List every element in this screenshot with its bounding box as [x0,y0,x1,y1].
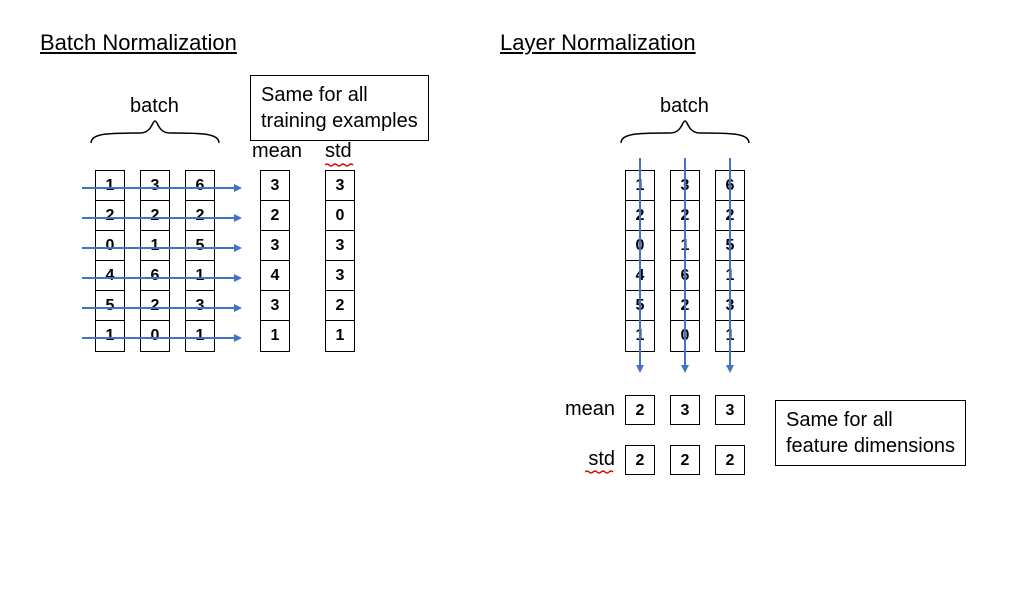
cell: 2 [326,291,354,321]
bn-arrow-row-1 [82,214,242,215]
ln-batch-label: batch [660,95,709,118]
bn-brace-icon [90,120,220,144]
bn-batch-col-0: 1 2 0 4 5 1 [95,170,125,352]
cell: 3 [261,231,289,261]
title-batch-norm: Batch Normalization [40,30,237,56]
cell: 2 [261,201,289,231]
bn-std-label: std [325,140,352,163]
cell: 2 [626,446,654,476]
cell: 4 [261,261,289,291]
cell: 3 [261,171,289,201]
cell: 1 [326,321,354,351]
ln-arrow-col-1 [681,158,682,373]
ln-arrow-col-0 [636,158,637,373]
ln-std-label: std [555,448,615,471]
bn-std-col: 3 0 3 3 2 1 [325,170,355,352]
ln-brace-icon [620,120,750,144]
bn-arrow-row-0 [82,184,242,185]
cell: 3 [326,231,354,261]
cell: 3 [326,261,354,291]
bn-batch-col-2: 6 2 5 1 3 1 [185,170,215,352]
ln-mean-0: 2 [625,395,655,425]
bn-arrow-row-3 [82,274,242,275]
bn-arrow-row-2 [82,244,242,245]
ln-std-2: 2 [715,445,745,475]
cell: 0 [326,201,354,231]
cell: 2 [716,446,744,476]
bn-arrow-row-5 [82,334,242,335]
cell: 3 [326,171,354,201]
bn-mean-col: 3 2 3 4 3 1 [260,170,290,352]
cell: 3 [261,291,289,321]
ln-std-1: 2 [670,445,700,475]
ln-note-box: Same for all feature dimensions [775,400,966,466]
title-layer-norm: Layer Normalization [500,30,696,56]
ln-std-underline-icon [585,470,615,473]
cell: 3 [716,396,744,426]
cell: 2 [671,446,699,476]
bn-batch-col-1: 3 2 1 6 2 0 [140,170,170,352]
cell: 3 [671,396,699,426]
ln-note-line1: Same for all [786,407,955,433]
bn-std-underline-icon [325,163,355,166]
ln-mean-1: 3 [670,395,700,425]
ln-mean-2: 3 [715,395,745,425]
ln-mean-label: mean [555,398,615,421]
bn-note-line1: Same for all [261,82,418,108]
bn-note-line2: training examples [261,108,418,134]
bn-batch-label: batch [130,95,179,118]
cell: 1 [261,321,289,351]
cell: 2 [626,396,654,426]
bn-arrow-row-4 [82,304,242,305]
ln-std-0: 2 [625,445,655,475]
ln-arrow-col-2 [726,158,727,373]
bn-mean-label: mean [252,140,302,163]
ln-note-line2: feature dimensions [786,433,955,459]
bn-note-box: Same for all training examples [250,75,429,141]
